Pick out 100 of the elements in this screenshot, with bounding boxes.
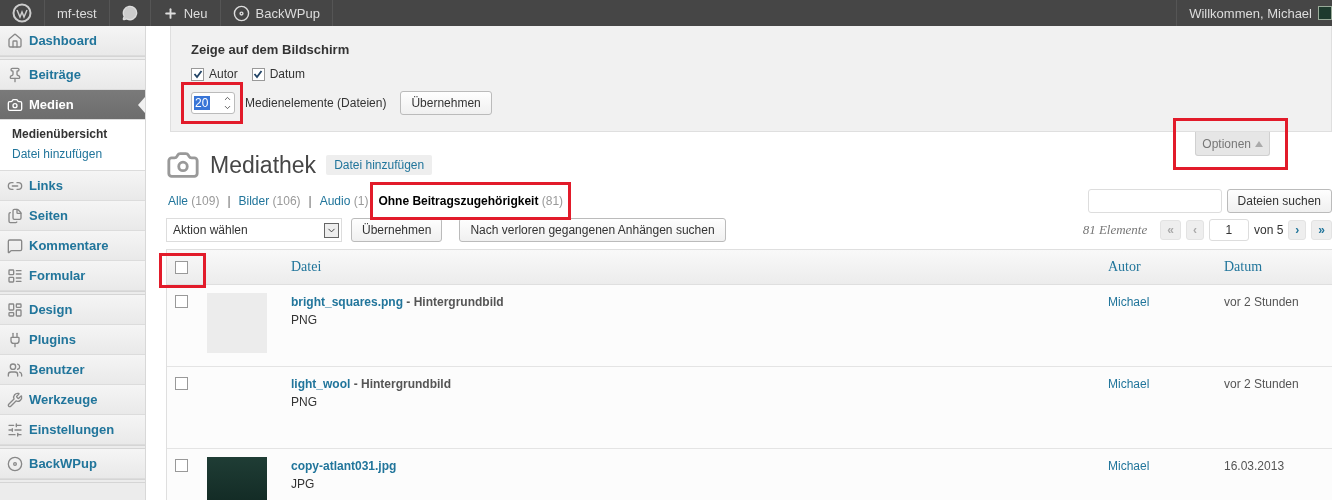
filter-link[interactable]: Bilder (106) bbox=[236, 188, 303, 214]
plus-icon bbox=[162, 5, 178, 21]
file-type: PNG bbox=[291, 395, 318, 409]
panel-title: Zeige auf dem Bildschirm bbox=[191, 42, 351, 57]
form-icon bbox=[7, 267, 23, 284]
file-title: - Hintergrundbild bbox=[405, 295, 504, 309]
checkbox[interactable] bbox=[175, 295, 188, 308]
site-link[interactable]: mf-test bbox=[57, 5, 97, 21]
new-link[interactable]: Neu bbox=[183, 5, 208, 21]
item-count: 81 Elemente bbox=[1082, 222, 1148, 238]
sidebar-label: Design bbox=[29, 302, 73, 317]
file-title: - Hintergrundbild bbox=[352, 377, 451, 391]
submenu-item[interactable]: Medienübersicht bbox=[0, 124, 145, 144]
action-select[interactable]: Aktion wählen bbox=[166, 218, 342, 242]
sidebar-item[interactable]: BackWPup bbox=[0, 449, 145, 479]
sidebar-label: Seiten bbox=[29, 208, 68, 223]
apply-button[interactable]: Übernehmen bbox=[400, 91, 492, 115]
sidebar-item[interactable]: Beiträge bbox=[0, 60, 145, 90]
filter-link[interactable]: Audio (1) bbox=[317, 188, 371, 214]
file-link[interactable]: copy-atlant031.jpg bbox=[291, 459, 397, 473]
file-link[interactable]: bright_squares.png bbox=[291, 295, 403, 309]
sidebar-item[interactable]: Werkzeuge bbox=[0, 385, 145, 415]
photo-placeholder bbox=[207, 457, 267, 500]
search-field[interactable] bbox=[1087, 189, 1222, 213]
next-page-button[interactable]: › bbox=[1288, 220, 1307, 240]
disc-icon bbox=[7, 455, 23, 472]
sidebar-item[interactable]: Design bbox=[0, 295, 145, 325]
page-field[interactable]: 1 bbox=[1208, 219, 1249, 241]
author-link[interactable]: Michael bbox=[1108, 377, 1224, 391]
checkbox[interactable] bbox=[251, 67, 265, 81]
checkbox-label: Autor bbox=[209, 67, 238, 81]
comment-icon[interactable] bbox=[121, 5, 138, 21]
sidebar-label: Medien bbox=[29, 97, 74, 112]
date-text: vor 2 Stunden bbox=[1224, 295, 1300, 309]
sidebar-item[interactable]: Dashboard bbox=[0, 26, 145, 56]
column-header[interactable]: Datei bbox=[291, 259, 1108, 275]
sidebar-item[interactable]: Plugins bbox=[0, 325, 145, 355]
layout-icon bbox=[7, 301, 23, 318]
wrench-icon bbox=[7, 391, 23, 408]
checkbox[interactable] bbox=[175, 377, 188, 390]
filter-link[interactable]: Ohne Beitragszugehörigkeit (81) bbox=[376, 188, 566, 214]
sidebar-item[interactable]: Einstellungen bbox=[0, 415, 145, 445]
field-label: Medienelemente (Dateien) bbox=[245, 96, 387, 110]
file-type: PNG bbox=[291, 313, 318, 327]
disc-icon bbox=[232, 4, 250, 22]
plug-icon bbox=[7, 331, 23, 348]
column-header[interactable]: Datum bbox=[1224, 259, 1332, 275]
sidebar-label: Werkzeuge bbox=[29, 392, 98, 407]
logo-icon[interactable] bbox=[12, 3, 32, 23]
home-icon bbox=[7, 32, 23, 49]
checkbox[interactable] bbox=[191, 67, 204, 81]
page-total: von 5 bbox=[1253, 223, 1284, 237]
apply-button[interactable]: Übernehmen bbox=[351, 218, 443, 242]
detach-search-button[interactable]: Nach verloren gegangenen Anhängen suchen bbox=[459, 218, 726, 242]
greeting[interactable]: Willkommen, Michael bbox=[1189, 5, 1312, 21]
author-link[interactable]: Michael bbox=[1108, 295, 1224, 309]
camera-icon bbox=[7, 96, 23, 113]
filter-link[interactable]: Alle (109) bbox=[166, 188, 222, 214]
divider-text: | bbox=[308, 194, 312, 208]
checkbox[interactable] bbox=[175, 260, 188, 274]
column-header[interactable]: Autor bbox=[1108, 259, 1224, 275]
sidebar-item[interactable]: Formular bbox=[0, 261, 145, 291]
sidebar-label: Beiträge bbox=[29, 67, 82, 82]
options-tab[interactable]: Optionen bbox=[1195, 132, 1270, 156]
down-icon[interactable] bbox=[223, 103, 232, 112]
pin-icon bbox=[7, 66, 23, 83]
number-field[interactable]: 20 bbox=[191, 92, 235, 114]
up-icon[interactable] bbox=[223, 94, 232, 103]
sidebar-label: Benutzer bbox=[29, 362, 85, 377]
checkbox[interactable] bbox=[175, 459, 188, 472]
page-title: Mediathek bbox=[210, 151, 317, 179]
date-text: vor 2 Stunden bbox=[1224, 377, 1300, 391]
last-page-button[interactable]: » bbox=[1311, 220, 1332, 240]
users-icon bbox=[7, 361, 23, 378]
sidebar-label: Formular bbox=[29, 268, 86, 283]
add-file-button[interactable]: Datei hinzufügen bbox=[326, 155, 433, 175]
sliders-icon bbox=[7, 421, 23, 438]
comment-icon bbox=[7, 237, 23, 254]
sidebar-item[interactable]: Kommentare bbox=[0, 231, 145, 261]
sidebar-item[interactable]: Medien bbox=[0, 90, 145, 120]
sidebar-item[interactable]: Seiten bbox=[0, 201, 145, 231]
pages-icon bbox=[7, 207, 23, 224]
avatar[interactable] bbox=[1318, 6, 1332, 20]
sidebar-label: Kommentare bbox=[29, 238, 109, 253]
sidebar-label: Dashboard bbox=[29, 33, 97, 48]
author-link[interactable]: Michael bbox=[1108, 459, 1224, 473]
checkbox-label: Datum bbox=[269, 67, 306, 81]
divider-text: | bbox=[227, 194, 231, 208]
sidebar-label: Einstellungen bbox=[29, 422, 115, 437]
sidebar-label: Plugins bbox=[29, 332, 76, 347]
search-button[interactable]: Dateien suchen bbox=[1226, 189, 1332, 213]
sidebar-item[interactable]: Links bbox=[0, 171, 145, 201]
submenu-item[interactable]: Datei hinzufügen bbox=[0, 144, 145, 164]
sidebar-label: Links bbox=[29, 178, 63, 193]
file-type: JPG bbox=[291, 477, 316, 491]
file-link[interactable]: light_wool bbox=[291, 377, 351, 391]
date-text: 16.03.2013 bbox=[1224, 459, 1286, 473]
sidebar-item[interactable]: Benutzer bbox=[0, 355, 145, 385]
sidebar-label: BackWPup bbox=[29, 456, 97, 471]
plugin-link[interactable]: BackWPup bbox=[255, 5, 320, 21]
